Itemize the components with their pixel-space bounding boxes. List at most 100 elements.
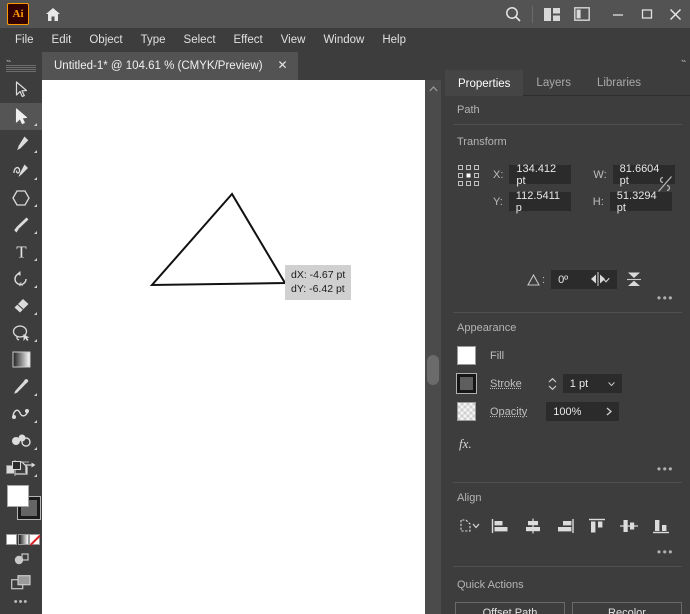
menu-type[interactable]: Type [132,30,175,50]
stroke-swatch-button[interactable] [456,373,477,394]
shape-tool[interactable] [0,184,42,211]
titlebar-right-controls [498,0,690,28]
horizontal-align-left-icon[interactable] [487,515,515,537]
opacity-input[interactable]: 100% [546,402,600,421]
fill-swatch[interactable] [7,485,29,507]
gradient-swatch-icon[interactable] [18,534,29,545]
y-input[interactable]: 112.5411 p [508,190,571,214]
x-label: X: [493,168,504,181]
transform-row-y-h: Y: 112.5411 p H: 51.3294 pt [493,190,672,214]
direct-selection-tool[interactable] [0,103,42,130]
vertical-align-middle-icon[interactable] [615,515,643,537]
transform-more-options[interactable]: ••• [657,291,674,305]
menu-file[interactable]: File [6,30,43,50]
drawing-modes-icon[interactable] [0,548,42,570]
menu-view[interactable]: View [272,30,315,50]
tool-flyout-indicator [34,258,37,261]
maximize-button[interactable] [632,2,661,26]
vertical-align-top-icon[interactable] [583,515,611,537]
canvas-area[interactable]: dX: -4.67 pt dY: -6.42 pt [42,80,445,614]
divider-4 [453,566,682,567]
tab-libraries[interactable]: Libraries [584,70,654,96]
horizontal-align-right-icon[interactable] [551,515,579,537]
tab-properties[interactable]: Properties [445,70,524,96]
workspace-switcher-icon[interactable] [567,0,597,28]
vertical-scrollbar[interactable] [425,80,441,614]
app-logo-icon[interactable]: Ai [7,3,29,25]
stroke-weight-stepper[interactable] [547,374,559,393]
lasso-tool[interactable] [0,319,42,346]
pen-tool[interactable] [0,130,42,157]
tool-flyout-indicator [34,150,37,153]
menu-object[interactable]: Object [80,30,131,50]
offset-path-button[interactable]: Offset Path [455,602,565,614]
horizontal-align-center-icon[interactable] [519,515,547,537]
shape-builder-tool[interactable] [0,427,42,454]
scrollbar-thumb[interactable] [427,355,439,385]
divider-1 [453,124,682,125]
fx-button[interactable]: fx. [459,436,472,452]
fill-stroke-indicator[interactable] [0,482,42,528]
window-buttons [603,0,690,28]
reference-point-widget[interactable] [457,164,481,193]
curvature-tool[interactable] [0,157,42,184]
tool-flyout-indicator [34,231,37,234]
eraser-tool[interactable] [0,292,42,319]
home-icon[interactable] [43,4,63,24]
stroke-label[interactable]: Stroke [490,378,522,390]
toolbar-drag-handle[interactable] [6,65,36,72]
tool-flyout-indicator [34,204,37,207]
menu-help[interactable]: Help [373,30,415,50]
search-icon[interactable] [498,0,528,28]
gradient-tool[interactable] [0,346,42,373]
eyedropper-tool[interactable] [0,373,42,400]
menu-window[interactable]: Window [314,30,373,50]
minimize-button[interactable] [603,2,632,26]
menu-effect[interactable]: Effect [225,30,272,50]
document-tab[interactable]: Untitled-1* @ 104.61 % (CMYK/Preview) ✕ [42,52,298,80]
h-label: H: [592,195,604,208]
arrange-documents-icon[interactable] [537,0,567,28]
artboard[interactable]: dX: -4.67 pt dY: -6.42 pt [42,80,425,614]
flip-vertical-icon[interactable] [626,271,648,292]
scroll-up-arrow-icon[interactable] [425,82,441,96]
svg-text:T: T [16,243,27,260]
opacity-options-arrow[interactable] [599,402,620,421]
transform-title: Transform [457,136,507,148]
tooltip-dx: dX: -4.67 pt [291,269,346,281]
opacity-label[interactable]: Opacity [490,406,527,418]
transform-row-x-w: X: 134.412 pt W: 81.6604 pt [493,163,675,187]
toolbar-bottom-controls: ••• [0,460,42,610]
fill-swatch-button[interactable] [457,346,476,365]
close-button[interactable] [661,2,690,26]
stroke-weight-input[interactable]: 1 pt [562,374,601,393]
x-input[interactable]: 134.412 pt [509,163,572,187]
vertical-align-bottom-icon[interactable] [647,515,675,537]
tool-flyout-indicator [34,393,37,396]
color-swatch-icon[interactable] [6,534,17,545]
paintbrush-tool[interactable] [0,211,42,238]
selection-tool[interactable] [0,76,42,103]
tool-flyout-indicator [34,312,37,315]
stroke-weight-dropdown[interactable] [600,374,622,393]
blend-tool[interactable] [0,400,42,427]
type-tool[interactable]: T [0,238,42,265]
edit-toolbar-icon[interactable]: ••• [0,594,42,610]
appearance-more-options[interactable]: ••• [657,462,674,476]
opacity-swatch[interactable] [457,402,476,421]
screen-mode-icon[interactable] [0,570,42,594]
triangle-path[interactable] [42,80,425,614]
flip-horizontal-icon[interactable] [588,272,610,291]
constrain-proportions-icon[interactable] [657,174,673,199]
align-more-options[interactable]: ••• [657,545,674,559]
none-swatch-icon[interactable] [29,534,41,546]
close-icon[interactable]: ✕ [277,59,289,72]
menu-edit[interactable]: Edit [43,30,81,50]
menu-select[interactable]: Select [175,30,225,50]
align-to-selection-icon[interactable] [455,515,483,537]
recolor-button[interactable]: Recolor [572,602,682,614]
selection-type-label: Path [457,104,480,116]
rotate-tool[interactable] [0,265,42,292]
tab-layers[interactable]: Layers [523,70,584,96]
y-label: Y: [493,195,503,208]
